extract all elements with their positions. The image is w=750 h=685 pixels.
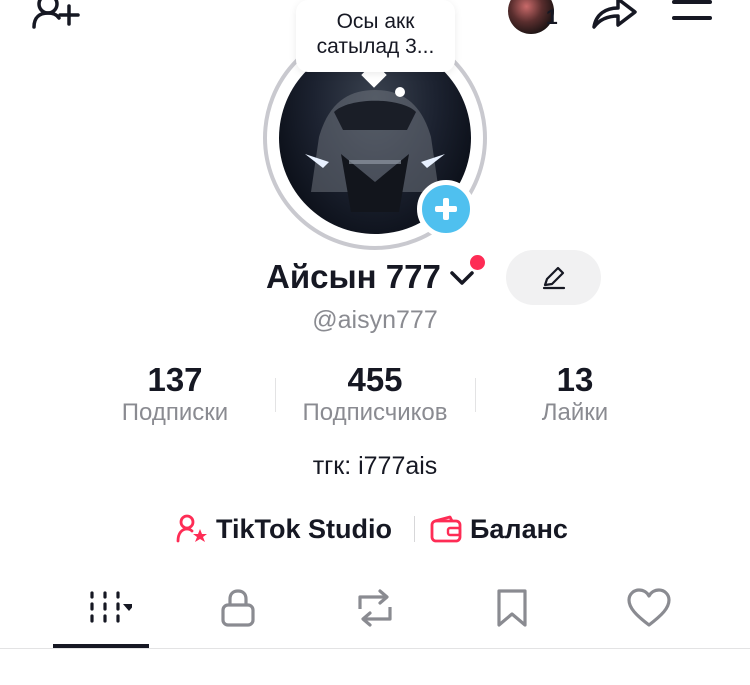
share-icon[interactable]: [588, 0, 640, 32]
notification-dot: [470, 255, 485, 270]
edit-profile-button[interactable]: [506, 250, 601, 305]
stat-likes[interactable]: 13 Лайки: [475, 360, 675, 428]
stat-following[interactable]: 137 Подписки: [75, 360, 275, 428]
lock-icon: [221, 589, 255, 627]
username: @aisyn777: [312, 306, 438, 334]
tiktok-studio-label: TikTok Studio: [216, 513, 393, 544]
tabs-divider: [0, 648, 750, 649]
balance-label: Баланс: [470, 513, 568, 544]
stat-value: 137: [147, 361, 203, 398]
add-avatar-button[interactable]: [417, 180, 475, 238]
stat-label: Подписки: [121, 399, 229, 426]
bookmark-icon: [497, 589, 527, 627]
tab-videos[interactable]: [53, 582, 149, 648]
heart-icon: [627, 588, 671, 627]
note-tooltip[interactable]: Осы акк сатылад 3...: [296, 0, 455, 72]
add-friend-icon[interactable]: [30, 0, 82, 34]
notification-count: 1: [546, 6, 558, 29]
repost-icon: [358, 589, 392, 627]
tab-reposts[interactable]: [327, 582, 423, 648]
stat-value: 455: [347, 361, 403, 398]
stat-label: Лайки: [541, 399, 609, 426]
menu-icon[interactable]: [672, 0, 714, 24]
grid-icon: [90, 591, 132, 623]
tab-liked[interactable]: [601, 582, 697, 648]
stat-value: 13: [556, 361, 594, 398]
tab-favorites[interactable]: [464, 582, 560, 648]
tooltip-dot: [395, 87, 405, 97]
pencil-icon: [542, 266, 566, 290]
wallet-icon: [430, 515, 462, 543]
creator-star-icon: [176, 514, 207, 543]
chevron-down-icon[interactable]: [449, 268, 475, 288]
stat-label: Подписчиков: [302, 399, 448, 426]
stat-followers[interactable]: 455 Подписчиков: [275, 360, 475, 428]
display-name[interactable]: Айсын 777: [266, 258, 441, 296]
bio: тгк: i777ais: [312, 452, 438, 480]
note-tooltip-text: Осы акк сатылад 3...: [316, 10, 435, 58]
links-divider: [414, 516, 415, 542]
tab-private[interactable]: [190, 582, 286, 648]
tiktok-studio-link[interactable]: TikTok Studio: [176, 510, 392, 548]
balance-link[interactable]: Баланс: [430, 510, 568, 548]
